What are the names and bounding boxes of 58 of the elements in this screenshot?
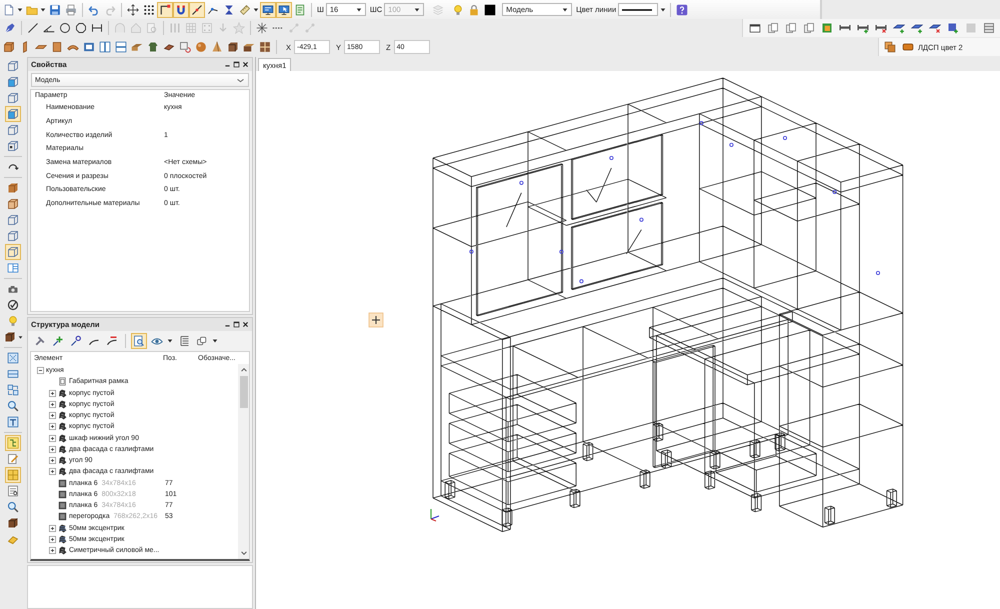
caret-icon[interactable]: [356, 6, 362, 12]
caret-icon[interactable]: [18, 334, 23, 340]
close-icon[interactable]: [242, 61, 249, 68]
copy-page-icon[interactable]: [783, 20, 799, 36]
expand-icon[interactable]: [49, 524, 56, 532]
cube-wire-icon[interactable]: [4, 244, 20, 260]
expand-icon[interactable]: [49, 423, 56, 430]
expand-icon[interactable]: [49, 390, 56, 397]
monitor-lines-icon[interactable]: [260, 2, 276, 18]
expand-icon[interactable]: [49, 446, 56, 453]
split-vertical-icon[interactable]: [97, 39, 113, 55]
axis-icon: [430, 508, 440, 522]
expand-icon[interactable]: [49, 547, 56, 554]
segment-snap-icon[interactable]: [189, 2, 205, 18]
sphere-icon[interactable]: [193, 39, 209, 55]
polygon-icon[interactable]: [73, 20, 89, 36]
chevron-down-icon[interactable]: [236, 76, 245, 84]
collapse-icon[interactable]: [37, 367, 44, 374]
scroll-up-icon[interactable]: [240, 366, 248, 373]
line-style-dropdown[interactable]: [618, 3, 658, 16]
caret-icon[interactable]: [167, 338, 173, 344]
caret-icon[interactable]: [660, 6, 666, 12]
snap-grid-icon[interactable]: [125, 2, 141, 18]
scroll-down-icon[interactable]: [240, 550, 248, 557]
drawer-icon[interactable]: [981, 20, 997, 36]
crosshair-cursor-icon: [368, 312, 384, 328]
expand-icon[interactable]: [49, 400, 56, 408]
material-stack-icon[interactable]: [882, 39, 898, 55]
caret-icon[interactable]: [562, 6, 568, 12]
page-magnifier-icon[interactable]: [131, 333, 147, 349]
expand-icon[interactable]: [49, 434, 56, 442]
grid-icon[interactable]: [4, 467, 20, 483]
expand-icon[interactable]: [49, 536, 56, 543]
corner-snap-icon[interactable]: [157, 2, 173, 18]
caret-icon[interactable]: [40, 6, 46, 12]
expand-icon[interactable]: [49, 468, 56, 476]
caret-icon[interactable]: [17, 6, 23, 12]
cube-front-icon[interactable]: [4, 106, 20, 122]
close-icon[interactable]: [242, 321, 249, 328]
window-frame-icon[interactable]: [257, 39, 273, 55]
cabinet-icon[interactable]: [1, 39, 17, 55]
magnet-icon[interactable]: [173, 2, 189, 18]
expand-icon[interactable]: [49, 457, 56, 464]
rotate-panel-icon[interactable]: [177, 39, 193, 55]
maximize-icon[interactable]: [233, 61, 240, 68]
tree-icon[interactable]: [4, 435, 20, 451]
circle-icon[interactable]: [57, 20, 73, 36]
monitor-cursor-icon[interactable]: [276, 2, 292, 18]
maximize-icon[interactable]: [233, 321, 240, 328]
copy-page-icon[interactable]: [801, 20, 817, 36]
caret-icon[interactable]: [253, 6, 259, 12]
starburst-icon[interactable]: [254, 20, 270, 36]
scrollbar[interactable]: [238, 364, 249, 559]
expand-icon[interactable]: [49, 412, 56, 420]
scrollbar-thumb[interactable]: [240, 376, 248, 408]
solid-line-icon: [622, 8, 652, 12]
split-horizontal-icon[interactable]: [113, 39, 129, 55]
caret-icon[interactable]: [212, 338, 218, 344]
